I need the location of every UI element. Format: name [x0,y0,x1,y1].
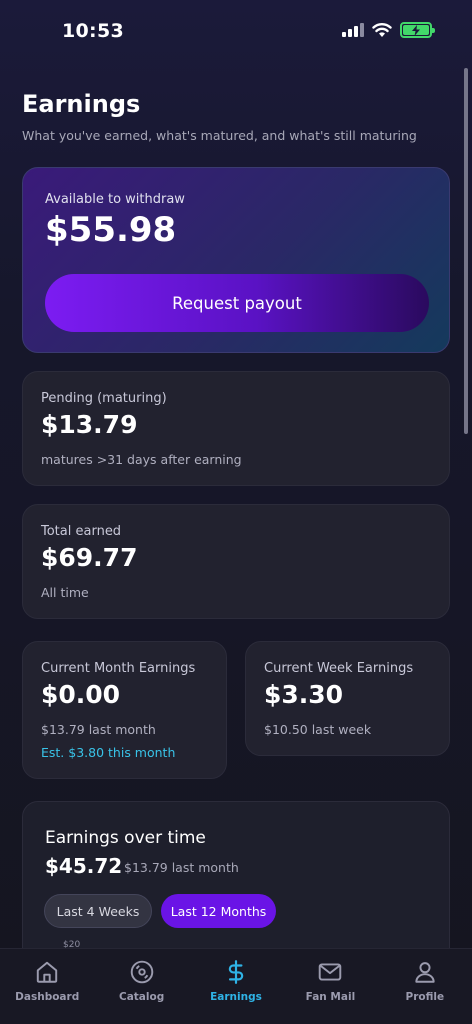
pending-card: Pending (maturing) $13.79 matures >31 da… [22,371,450,486]
status-time: 10:53 [62,20,124,42]
disc-icon [130,960,153,984]
chart-title: Earnings over time [45,828,206,848]
month-label: Current Month Earnings [41,661,196,676]
status-bar: 10:53 [0,0,472,60]
pending-label: Pending (maturing) [41,391,167,406]
nav-label-dashboard: Dashboard [15,991,80,1003]
person-icon [415,962,435,983]
wifi-icon [372,23,392,37]
tab-last-4-weeks[interactable]: Last 4 Weeks [44,894,152,928]
nav-item-earnings[interactable]: Earnings [189,949,283,1024]
total-amount: $69.77 [41,543,138,572]
scrollbar-thumb[interactable] [464,68,468,434]
month-note: $13.79 last month [41,722,156,737]
total-earned-card: Total earned $69.77 All time [22,504,450,619]
total-label: Total earned [41,524,122,539]
nav-item-profile[interactable]: Profile [378,949,472,1024]
nav-item-catalog[interactable]: Catalog [94,949,188,1024]
bottom-tab-bar: Dashboard Catalog Earnings Fan Mail Prof… [0,948,472,1024]
chart-subtitle: $13.79 last month [124,860,239,875]
pending-note: matures >31 days after earning [41,452,242,467]
nav-item-fan-mail[interactable]: Fan Mail [283,949,377,1024]
week-note: $10.50 last week [264,722,372,737]
page-subtitle: What you've earned, what's matured, and … [22,128,417,143]
status-icons [342,22,435,38]
week-label: Current Week Earnings [264,661,414,676]
mail-icon [319,963,342,981]
nav-label-earnings: Earnings [210,991,262,1003]
page-title: Earnings [22,90,141,118]
month-amount: $0.00 [41,680,121,709]
battery-icon [400,22,435,38]
request-payout-button[interactable]: Request payout [45,274,429,332]
total-note: All time [41,585,89,600]
chart-amount: $45.72 [45,854,123,878]
current-week-card: Current Week Earnings $3.30 $10.50 last … [245,641,450,756]
withdraw-card: Available to withdraw $55.98 Request pay… [22,167,450,353]
nav-label-profile: Profile [405,991,445,1003]
week-amount: $3.30 [264,680,344,709]
month-estimate: Est. $3.80 this month [41,745,176,760]
nav-label-fan-mail: Fan Mail [305,991,356,1003]
nav-item-dashboard[interactable]: Dashboard [0,949,94,1024]
nav-label-catalog: Catalog [118,991,165,1003]
signal-icon [342,23,364,37]
home-icon [37,961,58,983]
dollar-icon [228,960,244,984]
current-month-card: Current Month Earnings $0.00 $13.79 last… [22,641,227,779]
tab-last-12-months[interactable]: Last 12 Months [161,894,276,928]
withdraw-label: Available to withdraw [45,192,185,207]
withdraw-amount: $55.98 [45,210,177,250]
pending-amount: $13.79 [41,410,138,439]
